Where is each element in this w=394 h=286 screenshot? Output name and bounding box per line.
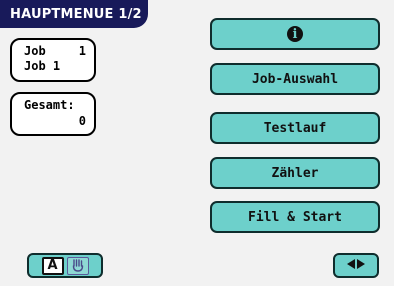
hand-icon[interactable]	[66, 256, 89, 275]
total-counter-panel: Gesamt: 0	[10, 92, 96, 136]
main-menu-screen: HAUPTMENUE 1/2 Job 1 Job 1 Gesamt: 0 i J…	[0, 0, 394, 286]
job-info-panel: Job 1 Job 1	[10, 38, 96, 82]
job-label: Job	[24, 44, 46, 58]
job-select-button[interactable]: Job-Auswahl	[210, 63, 380, 95]
fill-start-button[interactable]: Fill & Start	[210, 201, 380, 233]
mode-a-indicator[interactable]: A	[41, 256, 64, 275]
info-icon: i	[287, 26, 303, 42]
counter-button[interactable]: Zähler	[210, 157, 380, 189]
test-run-button[interactable]: Testlauf	[210, 112, 380, 144]
total-value: 0	[78, 114, 86, 128]
job-name: Job 1	[24, 59, 61, 73]
total-label: Gesamt:	[24, 98, 75, 112]
page-navigation-button[interactable]	[333, 253, 379, 278]
info-button[interactable]: i	[210, 18, 380, 50]
job-number: 1	[78, 44, 86, 58]
job-number-row: Job 1	[24, 44, 86, 59]
mode-toggle[interactable]: A	[27, 253, 103, 278]
left-right-arrows-icon	[345, 256, 367, 275]
page-title: HAUPTMENUE 1/2	[0, 0, 148, 28]
